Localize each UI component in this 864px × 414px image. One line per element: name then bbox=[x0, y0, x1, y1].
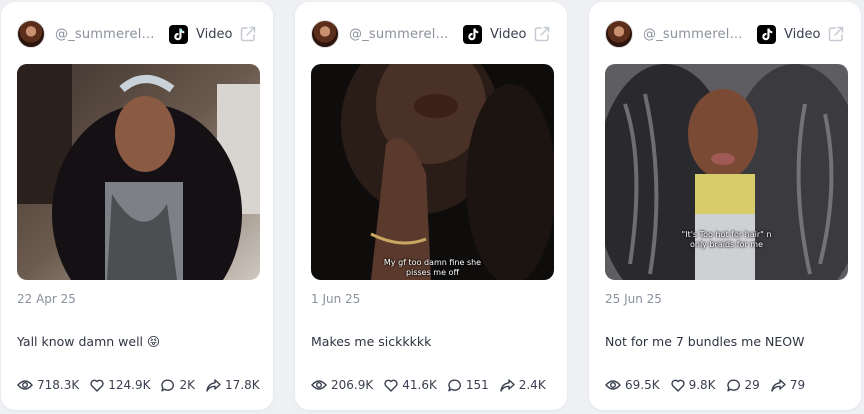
comments-count: 2K bbox=[179, 378, 195, 392]
comment-icon bbox=[161, 379, 175, 391]
post-card[interactable]: @_summerelleee Video 22 Apr 25 Yall know… bbox=[1, 2, 273, 410]
avatar[interactable] bbox=[605, 20, 633, 48]
external-link-icon[interactable] bbox=[827, 25, 845, 43]
views-stat: 718.3K bbox=[17, 378, 79, 392]
post-text: Not for me 7 bundles me NEOW bbox=[605, 334, 805, 349]
comment-icon bbox=[726, 379, 740, 391]
post-date: 1 Jun 25 bbox=[311, 292, 361, 306]
likes-stat: 124.9K bbox=[90, 378, 150, 392]
video-thumbnail[interactable]: "It's Too hot for hair" n only braids fo… bbox=[605, 64, 848, 280]
post-card[interactable]: @_summerelleee Video "It's Too hot for h… bbox=[589, 2, 861, 410]
comments-stat: 29 bbox=[726, 378, 760, 392]
shares-count: 79 bbox=[789, 378, 806, 392]
heart-icon bbox=[671, 379, 685, 392]
comments-stat: 2K bbox=[161, 378, 195, 392]
tiktok-icon bbox=[757, 24, 776, 44]
views-stat: 206.9K bbox=[311, 378, 373, 392]
eye-icon bbox=[17, 380, 33, 390]
post-date: 25 Jun 25 bbox=[605, 292, 662, 306]
views-count: 69.5K bbox=[625, 378, 660, 392]
external-link-icon[interactable] bbox=[533, 25, 551, 43]
avatar[interactable] bbox=[17, 20, 45, 48]
likes-stat: 41.6K bbox=[384, 378, 437, 392]
eye-icon bbox=[605, 380, 621, 390]
card-header: @_summerelleee Video bbox=[17, 16, 257, 52]
shares-count: 2.4K bbox=[518, 378, 546, 392]
video-thumbnail[interactable]: My gf too damn fine she pisses me off bbox=[311, 64, 554, 280]
comments-count: 151 bbox=[465, 378, 489, 392]
share-icon bbox=[500, 378, 515, 392]
author-handle[interactable]: @_summerelleee bbox=[55, 27, 155, 42]
video-caption: My gf too damn fine she pisses me off bbox=[383, 258, 482, 277]
card-header: @_summerelleee Video bbox=[605, 16, 845, 52]
likes-count: 9.8K bbox=[688, 378, 716, 392]
video-thumbnail[interactable] bbox=[17, 64, 260, 280]
post-card[interactable]: @_summerelleee Video My gf too damn fine… bbox=[295, 2, 567, 410]
heart-icon bbox=[384, 379, 398, 392]
tiktok-icon bbox=[169, 24, 188, 44]
engagement-stats: 69.5K 9.8K 29 79 bbox=[605, 378, 816, 392]
share-icon bbox=[771, 378, 786, 392]
avatar[interactable] bbox=[311, 20, 339, 48]
post-text: Yall know damn well 😝 bbox=[17, 334, 161, 349]
tiktok-icon bbox=[463, 24, 482, 44]
share-icon bbox=[206, 378, 221, 392]
comments-stat: 151 bbox=[448, 378, 489, 392]
comments-count: 29 bbox=[744, 378, 760, 392]
content-type-label: Video bbox=[784, 26, 821, 42]
likes-count: 41.6K bbox=[402, 378, 437, 392]
shares-stat: 79 bbox=[771, 378, 805, 392]
shares-count: 17.8K bbox=[224, 378, 260, 392]
eye-icon bbox=[311, 380, 327, 390]
content-type-label: Video bbox=[196, 26, 233, 42]
video-caption: "It's Too hot for hair" n only braids fo… bbox=[681, 230, 772, 249]
views-stat: 69.5K bbox=[605, 378, 660, 392]
author-handle[interactable]: @_summerelleee bbox=[349, 27, 449, 42]
engagement-stats: 206.9K 41.6K 151 2.4K bbox=[311, 378, 557, 392]
likes-stat: 9.8K bbox=[671, 378, 716, 392]
heart-icon bbox=[90, 379, 104, 392]
content-type-label: Video bbox=[490, 26, 527, 42]
engagement-stats: 718.3K 124.9K 2K 17.8K bbox=[17, 378, 271, 392]
views-count: 206.9K bbox=[331, 378, 374, 392]
post-date: 22 Apr 25 bbox=[17, 292, 76, 306]
likes-count: 124.9K bbox=[108, 378, 151, 392]
card-header: @_summerelleee Video bbox=[311, 16, 551, 52]
views-count: 718.3K bbox=[37, 378, 80, 392]
post-text: Makes me sickkkkk bbox=[311, 334, 432, 349]
external-link-icon[interactable] bbox=[239, 25, 257, 43]
shares-stat: 17.8K bbox=[206, 378, 260, 392]
comment-icon bbox=[448, 379, 461, 391]
shares-stat: 2.4K bbox=[500, 378, 546, 392]
author-handle[interactable]: @_summerelleee bbox=[643, 27, 743, 42]
